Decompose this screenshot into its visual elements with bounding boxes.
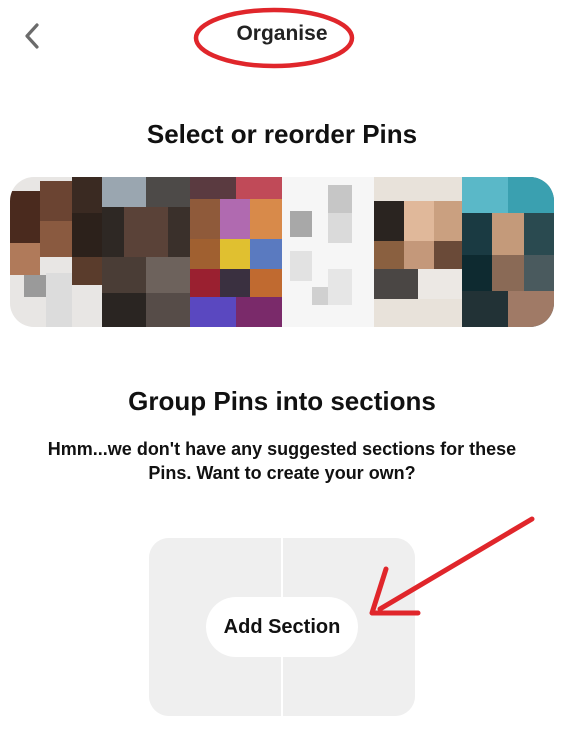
pin-thumbnail[interactable] [190, 177, 282, 327]
pin-thumbnail[interactable] [282, 177, 374, 327]
pin-thumbnail[interactable] [462, 177, 554, 327]
no-suggestions-message: Hmm...we don't have any suggested sectio… [47, 439, 517, 483]
pin-thumbnail[interactable] [374, 177, 462, 327]
add-section-button[interactable]: Add Section [206, 597, 358, 657]
pins-heading: Select or reorder Pins [146, 119, 418, 149]
pins-thumbnail-strip[interactable] [10, 177, 554, 327]
pin-thumbnail[interactable] [10, 177, 102, 327]
page-title: Organise [236, 22, 328, 45]
pin-thumbnail[interactable] [102, 177, 190, 327]
sections-heading: Group Pins into sections [128, 386, 436, 416]
